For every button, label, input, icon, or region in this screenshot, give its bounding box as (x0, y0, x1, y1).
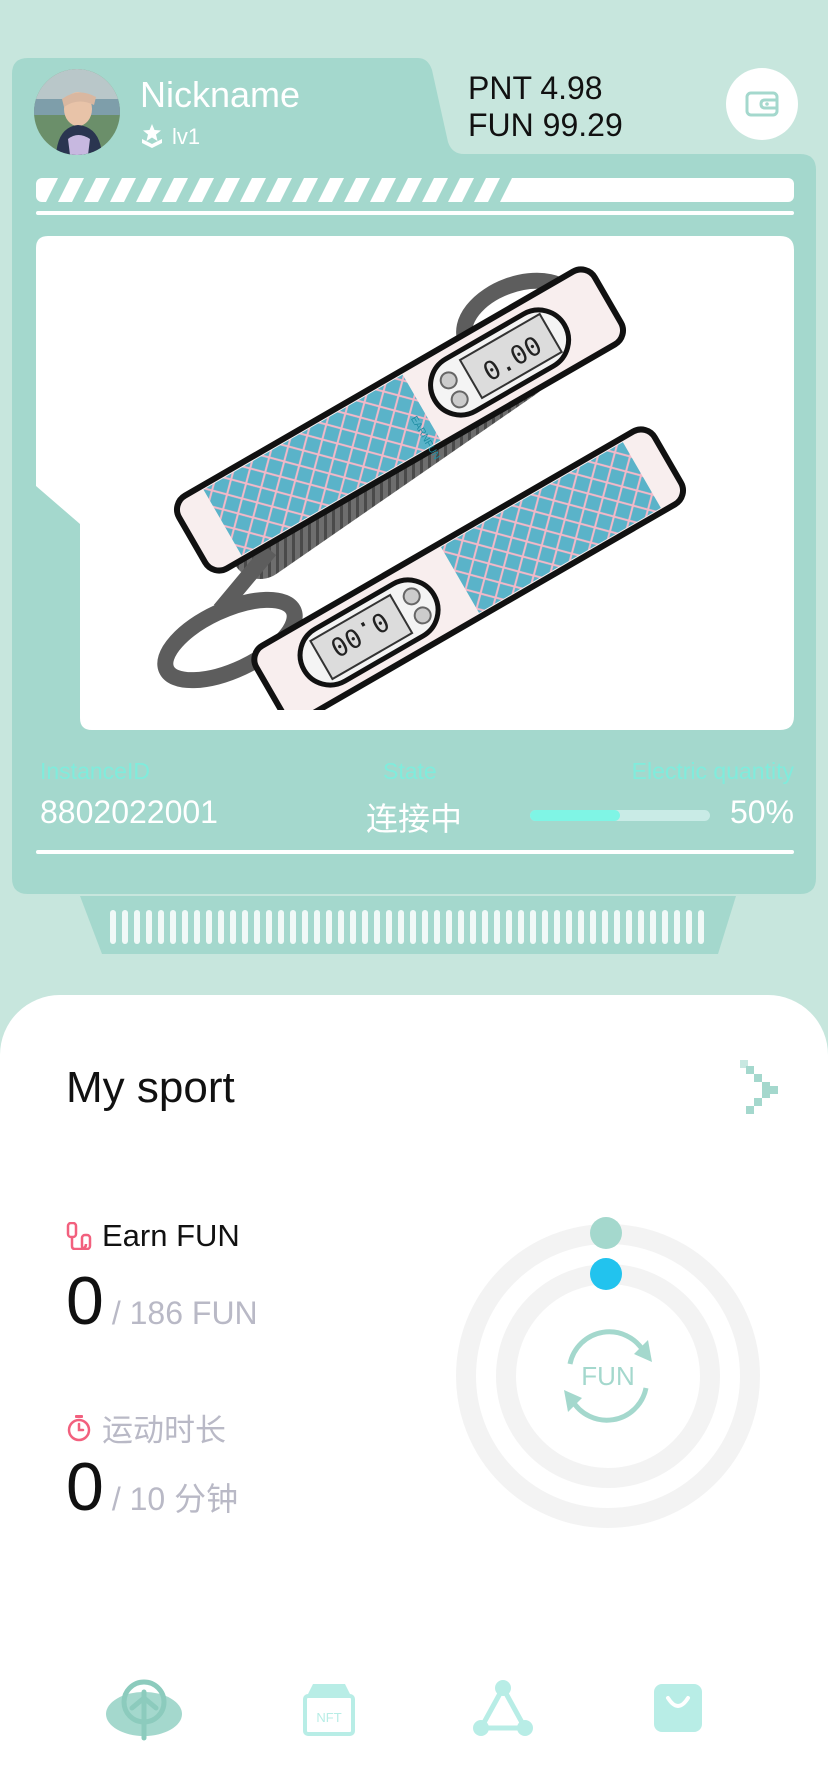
jump-rope-icon (66, 1222, 92, 1250)
level-badge: lv1 (140, 124, 200, 150)
earn-fun-label: Earn FUN (102, 1218, 240, 1253)
battery-value: 50% (729, 794, 794, 830)
duration-value: 0 (66, 1449, 104, 1525)
profile-nickname: Nickname (140, 74, 301, 115)
battery-bar (530, 810, 710, 821)
battery-bar-fill (530, 810, 620, 821)
earn-fun-value: 0 (66, 1263, 104, 1339)
fun-balance: FUN 99.29 (468, 107, 623, 143)
nav-home[interactable] (104, 1668, 184, 1748)
pnt-balance: PNT 4.98 (468, 70, 603, 106)
hatched-progress-bar (36, 178, 794, 202)
state-label: State (383, 758, 437, 784)
wallet-button[interactable] (726, 68, 798, 140)
svg-text:NFT: NFT (316, 1710, 341, 1725)
nav-nft[interactable]: NFT (289, 1668, 369, 1748)
avatar[interactable] (34, 69, 120, 155)
nav-network[interactable] (463, 1668, 543, 1748)
chevron-right-icon[interactable] (740, 1060, 788, 1116)
earn-fun-goal: / 186 FUN (111, 1295, 258, 1331)
duration-progress: 0 / 10 分钟 (66, 1448, 238, 1526)
wallet-icon (745, 91, 779, 117)
instance-id-value: 8802022001 (40, 794, 218, 830)
inner-ring-dot (590, 1258, 622, 1290)
earn-fun-stat: Earn FUN (66, 1218, 240, 1254)
battery-label: Electric quantity (631, 758, 794, 784)
nft-box-icon: NFT (303, 1684, 355, 1736)
rank-star-icon (142, 124, 162, 148)
state-value: 连接中 (366, 801, 463, 837)
earn-fun-progress: 0 / 186 FUN (66, 1262, 258, 1340)
progress-rings: FUN (456, 1217, 760, 1528)
shopping-bag-icon (654, 1684, 702, 1732)
level-text: lv1 (172, 124, 201, 149)
jump-rope-image: EARNFUN 0.00 0.00 (157, 266, 686, 710)
nav-shop[interactable] (638, 1668, 718, 1748)
duration-label: 运动时长 (102, 1413, 226, 1448)
running-person-icon (106, 1679, 182, 1741)
fun-refresh-icon[interactable]: FUN (564, 1329, 652, 1423)
duration-stat: 运动时长 (66, 1405, 226, 1450)
triangle-network-icon (473, 1680, 533, 1736)
stopwatch-icon (67, 1414, 91, 1441)
duration-goal: / 10 分钟 (111, 1481, 239, 1517)
section-title: My sport (66, 1063, 235, 1112)
instance-id-label: InstanceID (40, 758, 150, 784)
ring-label: FUN (581, 1361, 634, 1391)
outer-ring-dot (590, 1217, 622, 1249)
